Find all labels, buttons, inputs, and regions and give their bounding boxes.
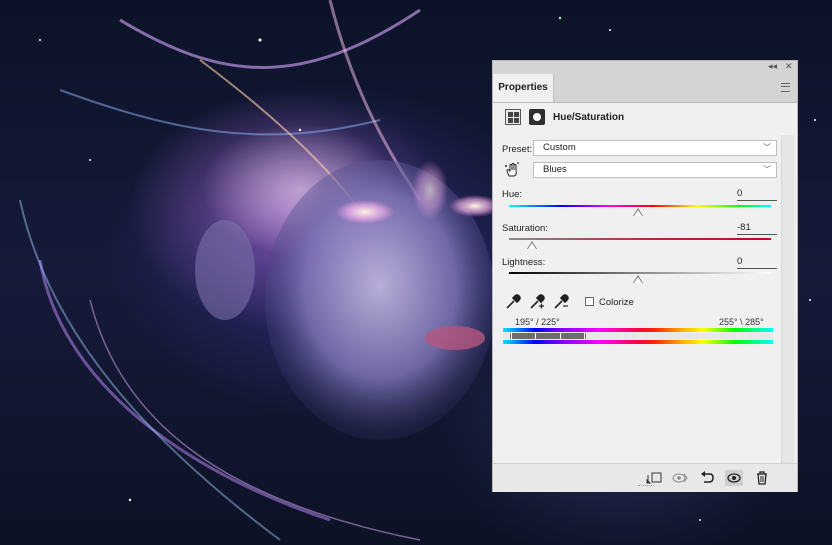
color-range-slider[interactable]: [503, 333, 773, 339]
chevron-down-icon: ﹀: [763, 165, 771, 174]
saturation-value-field[interactable]: -81: [737, 222, 777, 235]
channel-dropdown[interactable]: Blues ﹀: [533, 162, 777, 178]
adjustment-title: Hue/Saturation: [553, 112, 625, 123]
preset-label: Preset:: [502, 144, 533, 155]
clip-to-layer-icon[interactable]: [645, 470, 663, 486]
add-to-sample-eyedropper-icon[interactable]: [529, 294, 545, 310]
panel-scrollbar[interactable]: [781, 135, 794, 475]
range-handle-left-inner[interactable]: [535, 333, 536, 339]
reset-icon[interactable]: [698, 470, 716, 486]
range-handle-left-outer[interactable]: [511, 333, 512, 339]
range-right-readout: 255° \ 285°: [719, 317, 764, 327]
on-image-adjust-hand-icon[interactable]: [504, 162, 520, 178]
panel-tab-bar: Properties: [493, 74, 797, 103]
panel-resize-grip[interactable]: [638, 485, 654, 488]
subtract-from-sample-eyedropper-icon[interactable]: [553, 294, 569, 310]
result-color-bar: [503, 340, 773, 344]
saturation-slider-track[interactable]: [509, 238, 771, 240]
panel-titlebar[interactable]: ◂◂ ✕: [493, 61, 797, 74]
lightness-label: Lightness:: [502, 257, 546, 268]
preset-value: Custom: [543, 142, 576, 153]
chevron-down-icon: ﹀: [763, 143, 771, 152]
hue-label: Hue:: [502, 189, 523, 200]
hue-saturation-icon[interactable]: [505, 109, 521, 125]
channel-value: Blues: [543, 164, 567, 175]
panel-menu-icon[interactable]: [781, 83, 790, 92]
source-color-bar: [503, 328, 773, 332]
colorize-checkbox[interactable]: [585, 297, 594, 306]
delete-icon[interactable]: [753, 470, 771, 486]
lightness-slider-track[interactable]: [509, 272, 771, 274]
range-left-readout: 195° / 225°: [515, 317, 560, 327]
eyedropper-icon[interactable]: [505, 294, 521, 310]
hue-value-field[interactable]: 0: [737, 188, 777, 201]
colorize-label: Colorize: [599, 297, 634, 308]
view-previous-icon[interactable]: [671, 470, 689, 486]
range-handle-right-inner[interactable]: [560, 333, 561, 339]
lightness-value-field[interactable]: 0: [737, 256, 777, 269]
close-panel-button[interactable]: ✕: [785, 62, 793, 72]
saturation-label: Saturation:: [502, 223, 548, 234]
visibility-icon[interactable]: [725, 470, 743, 486]
color-range-selection[interactable]: [510, 333, 586, 339]
hue-slider-track[interactable]: [509, 205, 771, 207]
layer-mask-icon[interactable]: [529, 109, 545, 125]
preset-dropdown[interactable]: Custom ﹀: [533, 140, 777, 156]
range-handle-right-outer[interactable]: [584, 333, 585, 339]
tab-properties[interactable]: Properties: [493, 74, 554, 102]
properties-panel: ◂◂ ✕ Properties Hue/Saturation Preset: C…: [492, 60, 798, 492]
collapse-panel-button[interactable]: ◂◂: [768, 62, 777, 72]
